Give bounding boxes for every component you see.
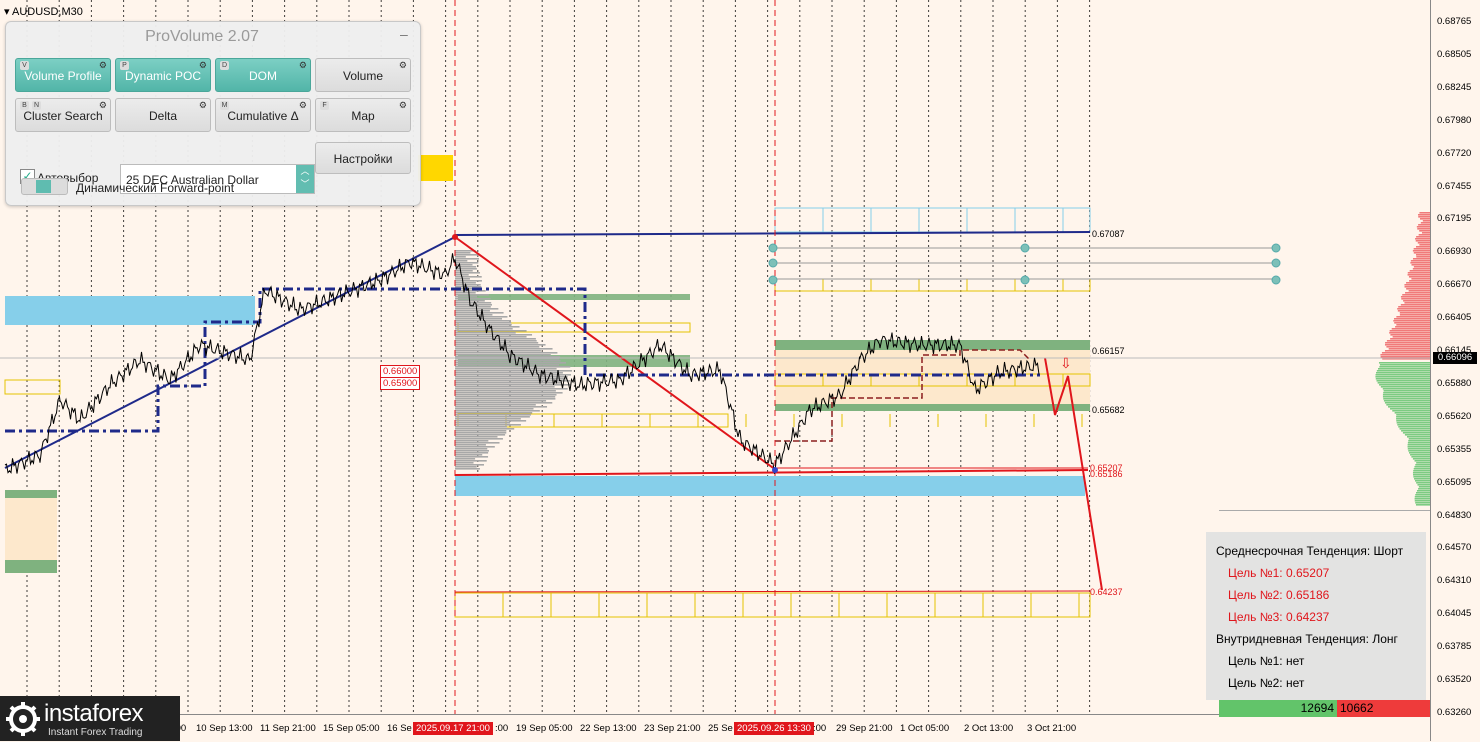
delta-button[interactable]: ⚙ Delta [115, 98, 211, 132]
price-tick: 0.64830 [1437, 509, 1472, 521]
spinner-icon[interactable]: ︿ ﹀ [296, 165, 314, 193]
forward-point-toggle[interactable] [21, 178, 68, 195]
price-tick: 0.68245 [1437, 81, 1472, 93]
time-tick: 19 Sep 05:00 [516, 723, 573, 734]
volume-button[interactable]: ⚙ Volume [315, 58, 411, 92]
price-tick: 0.68765 [1437, 16, 1472, 27]
price-tick: 0.63520 [1437, 674, 1472, 685]
price-tick: 0.65880 [1437, 377, 1472, 389]
mid-trend-text: Среднесрочная Тенденция: Шорт [1216, 544, 1404, 558]
time-tick: 25 Se [708, 723, 733, 734]
price-tick: 0.66930 [1437, 246, 1472, 258]
hotkey-badge: V [20, 61, 29, 70]
panel-title: ProVolume 2.07 [145, 28, 259, 45]
price-tick: 0.68505 [1437, 48, 1472, 60]
time-tick: 11 Sep 21:00 [260, 723, 316, 734]
price-tick: 0.64310 [1437, 575, 1472, 587]
buy-volume: 12694 [1219, 700, 1337, 717]
trend-info-box: Среднесрочная Тенденция: Шорт Цель №1: 0… [1206, 532, 1426, 700]
intraday-target-1: Цель №1: нет [1228, 654, 1305, 668]
price-mark: 0.65900 [380, 377, 421, 390]
price-tick: 0.67720 [1437, 147, 1472, 159]
level-label: 0.65186 [1090, 469, 1123, 479]
gear-icon[interactable]: ⚙ [99, 100, 107, 110]
time-tick: :00 [813, 723, 827, 734]
level-label: 0.64237 [1090, 587, 1123, 597]
level-label: 0.66157 [1092, 346, 1125, 356]
target-3: Цель №3: 0.64237 [1228, 610, 1330, 624]
price-tick: 0.65620 [1437, 410, 1472, 422]
time-tick: 22 Sep 13:00 [580, 723, 637, 734]
gear-icon[interactable]: ⚙ [399, 60, 407, 70]
gear-icon[interactable]: ⚙ [99, 60, 107, 70]
level-label: 0.67087 [1092, 229, 1125, 239]
time-tick: 29 Sep 21:00 [836, 723, 893, 734]
price-tick: 0.63260 [1437, 706, 1472, 718]
instaforex-logo: instaforex Instant Forex Trading [0, 696, 180, 741]
map-button[interactable]: F ⚙ Map [315, 98, 411, 132]
price-tick: 0.64045 [1437, 608, 1472, 620]
price-tick: 0.66670 [1437, 279, 1472, 291]
symbol-label: ▾ AUDUSD,M30 [4, 6, 83, 18]
settings-button[interactable]: Настройки [315, 142, 411, 174]
price-tick: 0.66405 [1437, 312, 1472, 324]
sell-volume: 10662 [1337, 700, 1430, 717]
gear-icon[interactable]: ⚙ [199, 100, 207, 110]
time-tick: 2 Oct 13:00 [964, 723, 1014, 734]
provolume-panel[interactable]: ProVolume 2.07 – V ⚙ Volume Profile P ⚙ Dyna… [5, 21, 421, 206]
time-tick: 1 Oct 05:00 [900, 723, 950, 734]
price-tick: 0.65095 [1437, 476, 1472, 488]
time-tick: 10 Sep 13:00 [196, 723, 253, 734]
gear-icon[interactable]: ⚙ [399, 100, 407, 110]
hotkey-badge: D [220, 61, 229, 70]
cumulative-delta-button[interactable]: M ⚙ Cumulative Δ [215, 98, 311, 132]
dynamic-poc-button[interactable]: P ⚙ Dynamic POC [115, 58, 211, 92]
gear-icon[interactable]: ⚙ [299, 100, 307, 110]
time-highlight: 2025.09.26 13:30 [734, 722, 814, 735]
forward-point-label: Динамический Forward-point [76, 181, 235, 195]
price-tick: 0.67455 [1437, 180, 1472, 192]
target-2: Цель №2: 0.65186 [1228, 588, 1330, 602]
price-axis: 0.68765 0.68505 0.68245 0.67980 0.67720 0.674… [1430, 0, 1480, 741]
time-highlight: 2025.09.17 21:00 [413, 722, 493, 735]
time-tick: :00 [495, 723, 509, 734]
price-tick: 0.65355 [1437, 443, 1472, 455]
hotkey-badge: M [220, 101, 229, 110]
price-tick: 0.67195 [1437, 213, 1472, 225]
level-label: 0.65682 [1092, 405, 1125, 415]
svg-text:⇩: ⇩ [1060, 356, 1072, 372]
time-tick: 15 Sep 05:00 [323, 723, 380, 734]
price-tick: 0.63785 [1437, 641, 1472, 653]
target-1: Цель №1: 0.65207 [1228, 566, 1330, 580]
hotkey-badge: P [120, 61, 129, 70]
intraday-target-2: Цель №2: нет [1228, 676, 1305, 690]
logo-gear-icon [6, 702, 40, 736]
time-tick: 23 Sep 21:00 [644, 723, 701, 734]
gear-icon[interactable]: ⚙ [299, 60, 307, 70]
current-price-label: 0.66096 [1433, 352, 1477, 364]
time-axis: 10 Sep 13:00 11 Sep 21:00 15 Sep 05:00 16 S… [0, 714, 1430, 742]
price-tick: 0.64570 [1437, 542, 1472, 554]
time-tick: 3 Oct 21:00 [1027, 723, 1077, 734]
volume-profile-button[interactable]: V ⚙ Volume Profile [15, 58, 111, 92]
time-tick: 16 Se [387, 723, 412, 734]
intraday-trend-text: Внутридневная Тенденция: Лонг [1216, 632, 1398, 646]
demand-zone-main [455, 476, 1085, 496]
hotkey-badge: B [20, 101, 29, 110]
cluster-search-button[interactable]: B N ⚙ Cluster Search [15, 98, 111, 132]
minimize-icon[interactable]: – [400, 27, 412, 41]
price-tick: 0.67980 [1437, 114, 1472, 126]
dom-button[interactable]: D ⚙ DOM [215, 58, 311, 92]
gear-icon[interactable]: ⚙ [199, 60, 207, 70]
hotkey-badge: F [320, 101, 329, 110]
hotkey-badge: N [32, 101, 41, 110]
